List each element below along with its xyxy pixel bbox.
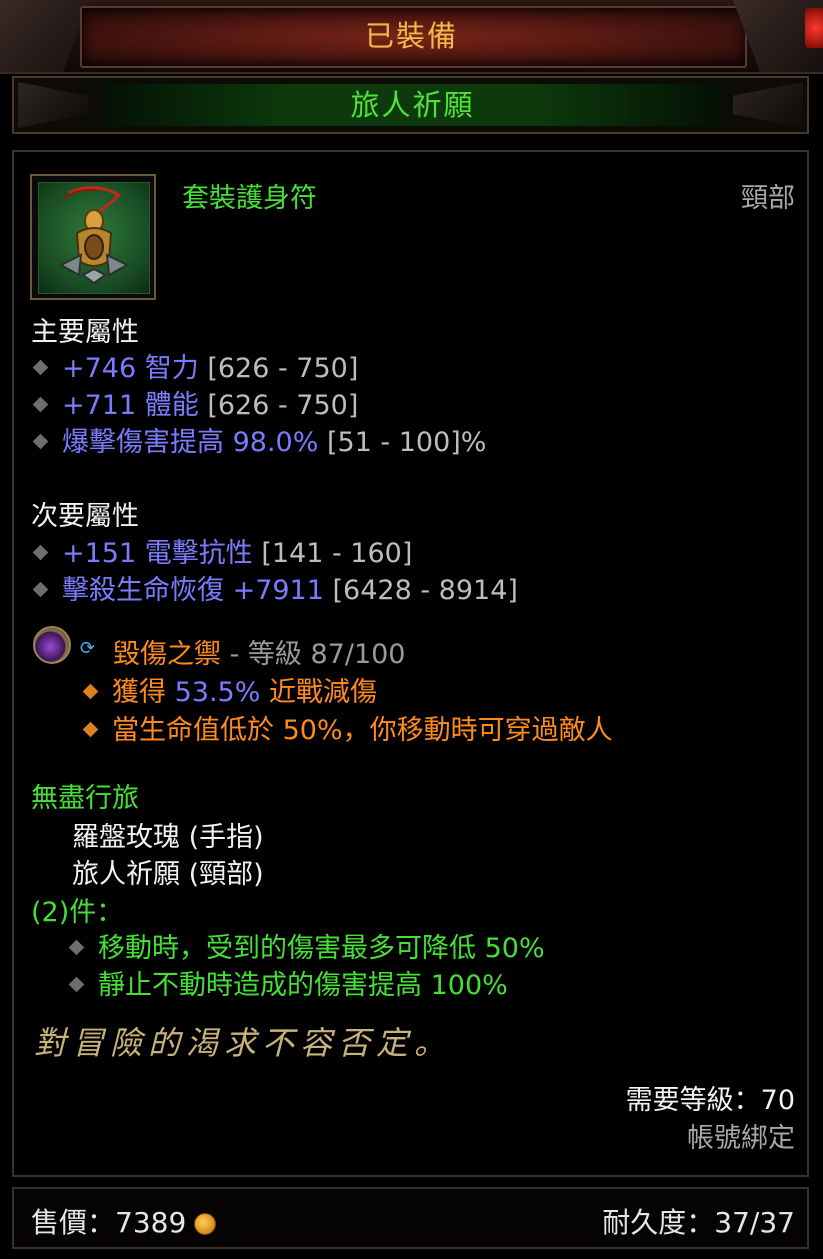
item-type-label: 套裝護身符 (182, 183, 317, 214)
set-bonus-text: 靜止不動時造成的傷害提高 100% (98, 970, 508, 1001)
affix-value: +711 體能 (62, 390, 199, 421)
item-icon-background (38, 182, 150, 294)
secondary-affix: 擊殺生命恢復 +7911 [6428 - 8914] (30, 568, 518, 606)
flavor-text: 對冒險的渴求不容否定。 (34, 1024, 453, 1062)
set-bonus: 靜止不動時造成的傷害提高 100% (66, 963, 508, 1002)
gem-name: 毀傷之禦 (113, 639, 221, 670)
affix-range: [6428 - 8914] (323, 575, 518, 606)
sell-price: 售價：7389 (31, 1201, 217, 1241)
item-slot-label: 頸部 (741, 183, 795, 214)
affix-value: 擊殺生命恢復 +7911 (62, 575, 324, 606)
primary-stats-title: 主要屬性 (31, 317, 139, 348)
gem-rank: - 等級 87/100 (221, 639, 406, 670)
diamond-bullet-icon (32, 581, 49, 597)
gem-effect-text: 當生命值低於 50%，你移動時可穿過敵人 (112, 715, 613, 746)
secondary-stats-title: 次要屬性 (31, 501, 139, 532)
gem-effect-value: 53.5% (174, 677, 261, 708)
primary-affix: 爆擊傷害提高 98.0% [51 - 100]% (30, 420, 487, 458)
gem-effect: 獲得 53.5% 近戰減傷 (82, 670, 377, 709)
primary-affix: +711 體能 [626 - 750] (30, 383, 359, 421)
equipped-status-title: 已裝備 (364, 19, 458, 53)
diamond-bullet-icon (32, 396, 49, 412)
affix-value: +746 智力 (62, 353, 199, 384)
set-piece: 羅盤玫瑰 (手指) (72, 822, 264, 853)
diamond-bullet-icon (32, 359, 49, 375)
diamond-bullet-icon (68, 939, 85, 955)
gem-effect-suffix: 近戰減傷 (260, 677, 377, 708)
gem-header: 毀傷之禦 - 等級 87/100 (113, 632, 405, 671)
sell-price-text: 售價：7389 (31, 1206, 187, 1239)
affix-range: [626 - 750] (198, 353, 359, 384)
primary-affix: +746 智力 [626 - 750] (30, 346, 359, 384)
orange-diamond-bullet-icon (82, 721, 99, 737)
item-icon-frame (30, 174, 156, 300)
affix-range: [141 - 160] (252, 538, 413, 569)
set-bonus-count: (2)件： (31, 897, 124, 928)
set-name: 無盡行旅 (31, 783, 139, 814)
diamond-bullet-icon (68, 976, 85, 992)
orange-diamond-bullet-icon (82, 683, 99, 699)
gold-coin-icon (194, 1213, 217, 1235)
set-bonus-text: 移動時，受到的傷害最多可降低 50% (98, 933, 545, 964)
diamond-bullet-icon (32, 544, 49, 560)
diamond-bullet-icon (32, 433, 49, 449)
legendary-gem-icon (33, 626, 71, 664)
affix-range: [626 - 750] (198, 390, 359, 421)
set-bonus: 移動時，受到的傷害最多可降低 50% (66, 926, 545, 965)
gem-effect-prefix: 獲得 (112, 677, 175, 708)
refresh-cycle-icon: ⟳ (80, 638, 96, 659)
account-bound-label: 帳號綁定 (687, 1123, 795, 1154)
secondary-affix: +151 電擊抗性 [141 - 160] (30, 531, 413, 569)
affix-range: [51 - 100]% (318, 427, 487, 458)
set-piece: 旅人祈願 (頸部) (72, 859, 264, 890)
gem-effect: 當生命值低於 50%，你移動時可穿過敵人 (82, 708, 613, 747)
item-name-bar: 旅人祈願 (12, 76, 809, 134)
durability: 耐久度：37/37 (602, 1206, 795, 1239)
affix-value: +151 電擊抗性 (62, 538, 253, 569)
affix-value: 爆擊傷害提高 98.0% (62, 427, 319, 458)
item-name: 旅人祈願 (350, 88, 475, 122)
amulet-icon (58, 186, 130, 285)
required-level: 需要等級：70 (625, 1085, 795, 1116)
